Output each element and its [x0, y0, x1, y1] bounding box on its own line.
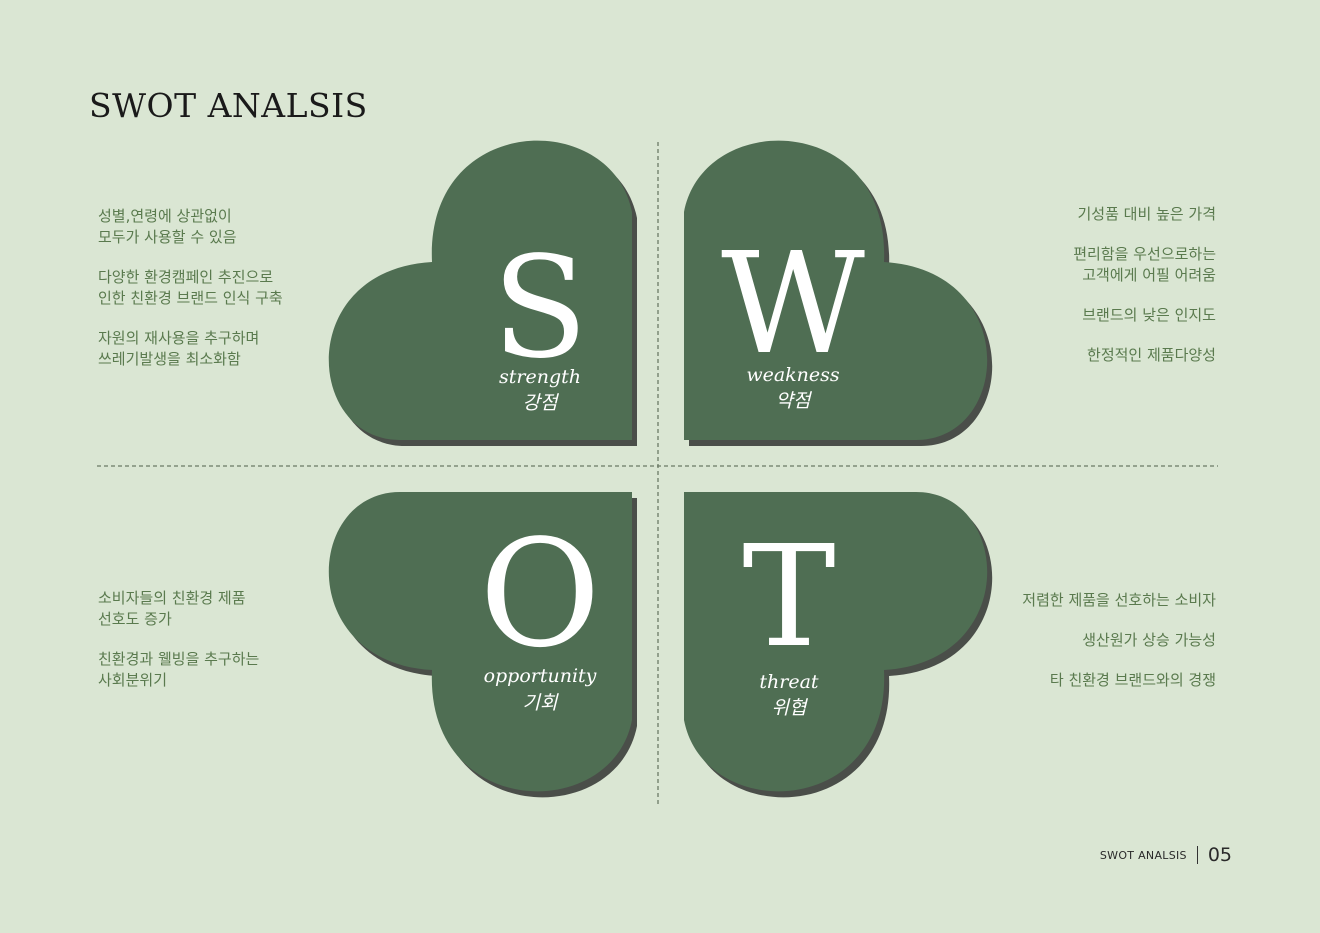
weakness-note: 한정적인 제품다양성	[1087, 346, 1216, 364]
strength-note: 성별,연령에 상관없이 모두가 사용할 수 있음	[98, 207, 237, 246]
strength-note: 다양한 환경캠페인 추진으로 인한 친환경 브랜드 인식 구축	[98, 268, 283, 307]
opportunity-notes: 소비자들의 친환경 제품 선호도 증가 친환경과 웰빙을 추구하는 사회분위기	[98, 588, 259, 710]
weakness-note: 기성품 대비 높은 가격	[1077, 205, 1216, 223]
strength-note: 자원의 재사용을 추구하며 쓰레기발생을 최소화함	[98, 329, 260, 368]
opportunity-english-label: opportunity	[484, 665, 597, 687]
threat-note: 생산원가 상승 가능성	[1082, 631, 1216, 649]
opportunity-letter: O	[479, 508, 600, 680]
weakness-notes: 기성품 대비 높은 가격 편리함을 우선으로하는 고객에게 어필 어려움 브랜드…	[1073, 204, 1216, 385]
strength-korean-label: 강점	[523, 392, 560, 414]
threat-korean-label: 위협	[772, 697, 809, 719]
opportunity-korean-label: 기회	[523, 692, 559, 714]
swot-clover-diagram: S strength 강점 W weakness 약점 O opportunit…	[97, 140, 1218, 805]
footer-separator	[1196, 846, 1198, 864]
opportunity-note: 소비자들의 친환경 제품 선호도 증가	[98, 589, 246, 628]
opportunity-note: 친환경과 웰빙을 추구하는 사회분위기	[98, 650, 260, 689]
weakness-korean-label: 약점	[776, 390, 813, 412]
footer-label: SWOT ANALSIS	[1099, 848, 1187, 862]
threat-notes: 저렴한 제품을 선호하는 소비자 생산원가 상승 가능성 타 친환경 브랜드와의…	[1022, 590, 1216, 710]
threat-note: 저렴한 제품을 선호하는 소비자	[1022, 591, 1216, 609]
weakness-note: 브랜드의 낮은 인지도	[1082, 306, 1216, 324]
weakness-letter: W	[721, 223, 865, 386]
threat-letter: T	[742, 516, 835, 679]
page-footer: SWOT ANALSIS 05	[1100, 844, 1232, 866]
weakness-english-label: weakness	[746, 364, 840, 386]
page-number: 05	[1207, 844, 1232, 866]
strength-english-label: strength	[499, 366, 581, 388]
threat-english-label: threat	[759, 671, 819, 693]
strength-notes: 성별,연령에 상관없이 모두가 사용할 수 있음 다양한 환경캠페인 추진으로 …	[98, 206, 283, 389]
weakness-note: 편리함을 우선으로하는 고객에게 어필 어려움	[1073, 245, 1216, 284]
threat-note: 타 친환경 브랜드와의 경쟁	[1049, 671, 1216, 689]
